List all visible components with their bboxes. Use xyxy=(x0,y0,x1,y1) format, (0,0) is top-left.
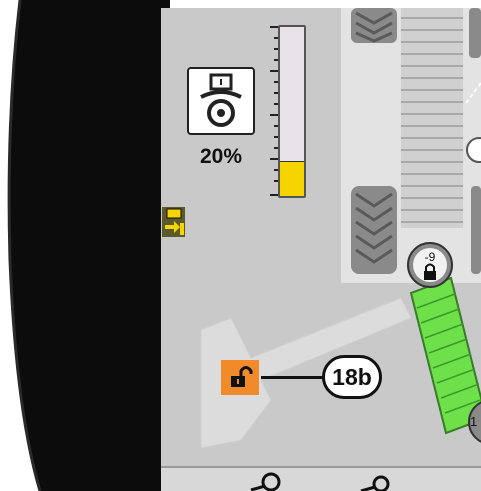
bottom-toolbar xyxy=(161,466,481,491)
bezel-curve xyxy=(0,0,42,491)
second-marker-value: 1 xyxy=(470,414,478,429)
section-control-icon[interactable] xyxy=(162,207,185,237)
height-percent-label: 20% xyxy=(199,145,243,168)
callout-line xyxy=(261,376,323,379)
screen: 20% -9 1 18b xyxy=(0,0,481,491)
implement-height-level-bar xyxy=(278,25,306,198)
lock-open-icon xyxy=(231,366,253,387)
steering-angle-marker[interactable] xyxy=(399,241,461,293)
front-tire-icon xyxy=(351,8,397,43)
callout-label: 18b xyxy=(322,355,382,399)
toolbar-icons xyxy=(250,472,390,491)
steering-angle-value: -9 xyxy=(424,250,436,264)
rear-tire-icon xyxy=(351,186,397,274)
implement-height-icon[interactable] xyxy=(187,67,255,135)
level-fill xyxy=(280,161,304,196)
unlock-button[interactable] xyxy=(221,360,259,395)
